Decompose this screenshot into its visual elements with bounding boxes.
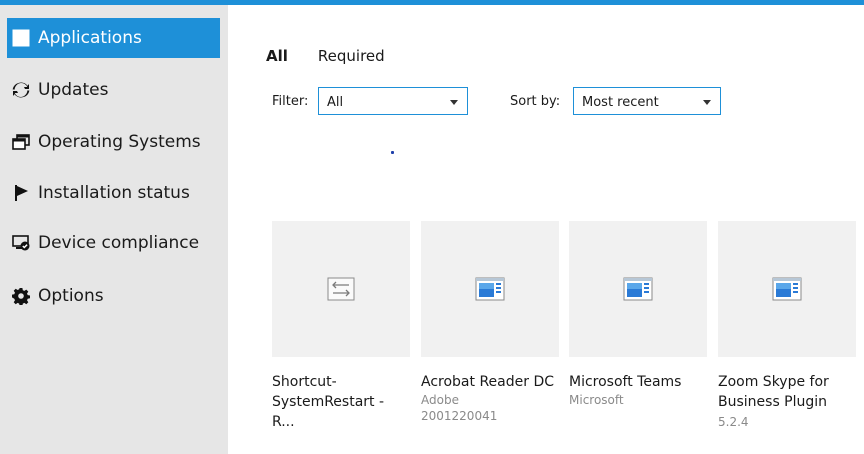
refresh-icon (12, 80, 36, 100)
filter-value: All (327, 95, 344, 110)
chevron-down-icon (703, 100, 711, 105)
script-icon (327, 277, 355, 301)
main-content: All Required Filter: All Sort by: Most r… (228, 5, 864, 454)
sidebar-item-options[interactable]: Options (7, 276, 220, 316)
sidebar-item-label: Applications (38, 28, 142, 48)
sidebar-item-device-compliance[interactable]: Device compliance (7, 223, 220, 263)
app-card-shortcut-systemrestart[interactable]: Shortcut- SystemRestart - R... (272, 221, 410, 432)
sidebar-item-updates[interactable]: Updates (7, 70, 220, 110)
app-publisher: Adobe (421, 393, 459, 407)
loading-indicator (391, 151, 394, 154)
device-check-icon (12, 233, 36, 253)
sidebar-item-label: Device compliance (38, 233, 200, 253)
app-name: Microsoft Teams (569, 374, 682, 390)
app-card-microsoft-teams[interactable]: Microsoft Teams Microsoft (569, 221, 707, 408)
filter-label: Filter: (272, 94, 309, 109)
app-name: Shortcut- SystemRestart - R... (272, 374, 385, 430)
app-name: Zoom Skype for Business Plugin (718, 374, 829, 410)
gear-icon (12, 286, 36, 306)
app-card-zoom-skype-plugin[interactable]: Zoom Skype for Business Plugin 5.2.4 (718, 221, 856, 430)
app-publisher: Microsoft (569, 393, 624, 407)
chevron-down-icon (450, 100, 458, 105)
sort-dropdown[interactable]: Most recent (573, 87, 721, 115)
sort-label: Sort by: (510, 94, 561, 109)
app-card-acrobat-reader[interactable]: Acrobat Reader DC Adobe 2001220041 (421, 221, 559, 424)
sidebar-item-operating-systems[interactable]: Operating Systems (7, 122, 220, 162)
app-name: Acrobat Reader DC (421, 374, 554, 390)
filter-row: Filter: All Sort by: Most recent (272, 85, 832, 117)
app-thumbnail (421, 221, 559, 357)
app-version: 5.2.4 (718, 415, 749, 429)
tab-required[interactable]: Required (318, 47, 385, 65)
sidebar: Applications Updates Operating Systems I… (0, 5, 228, 454)
windows-stack-icon (12, 132, 36, 152)
sidebar-item-label: Updates (38, 80, 109, 100)
sidebar-item-label: Operating Systems (38, 132, 201, 152)
tab-bar: All Required (266, 47, 415, 65)
tab-all[interactable]: All (266, 47, 288, 65)
sidebar-item-applications[interactable]: Applications (7, 18, 220, 58)
app-window-icon (623, 277, 653, 301)
app-thumbnail (272, 221, 410, 357)
app-window-icon (772, 277, 802, 301)
sort-value: Most recent (582, 95, 659, 110)
sidebar-item-label: Installation status (38, 183, 190, 203)
app-window-icon (475, 277, 505, 301)
sidebar-item-label: Options (38, 286, 104, 306)
sidebar-item-installation-status[interactable]: Installation status (7, 173, 220, 213)
app-version: 2001220041 (421, 409, 498, 423)
app-thumbnail (569, 221, 707, 357)
flag-icon (12, 183, 36, 203)
app-thumbnail (718, 221, 856, 357)
applications-icon (12, 28, 36, 48)
filter-dropdown[interactable]: All (318, 87, 468, 115)
